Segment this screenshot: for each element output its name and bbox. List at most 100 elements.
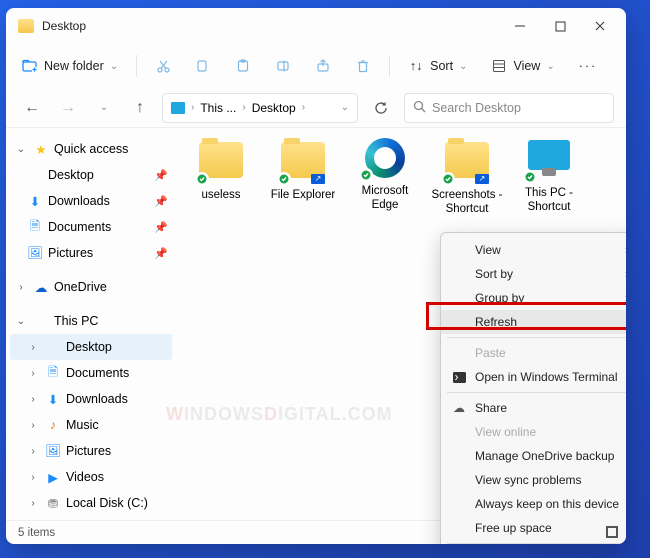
sidebar-item-desktop[interactable]: Desktop📌 xyxy=(10,162,172,188)
file-explorer-window: Desktop New folder ⌄ ↑↓Sort⌄ View⌄ ··· ←… xyxy=(6,8,626,544)
cut-icon xyxy=(155,58,171,74)
file-label: useless xyxy=(184,188,258,202)
sidebar: ⌄★Quick access Desktop📌 ⬇Downloads📌 🗎Doc… xyxy=(6,128,176,520)
minimize-button[interactable] xyxy=(500,10,540,42)
new-button[interactable]: New folder ⌄ xyxy=(12,52,128,80)
monitor-icon xyxy=(32,316,50,327)
video-icon: ▶ xyxy=(44,470,62,485)
chevron-down-icon: ⌄ xyxy=(459,61,467,72)
menu-groupby[interactable]: Group by› xyxy=(441,286,626,310)
sidebar-quick-access[interactable]: ⌄★Quick access xyxy=(10,136,172,162)
file-item[interactable]: Screenshots - Shortcut xyxy=(430,138,504,217)
file-item[interactable]: File Explorer xyxy=(266,138,340,202)
menu-sync-problems[interactable]: View sync problems xyxy=(441,468,626,492)
pin-icon: 📌 xyxy=(154,221,168,234)
breadcrumb-root: This ... xyxy=(200,101,236,115)
sidebar-item-pictures[interactable]: 🖼Pictures📌 xyxy=(10,240,172,266)
sidebar-pc-downloads[interactable]: ›⬇Downloads xyxy=(10,386,172,412)
sidebar-pc-localdisk[interactable]: ›⛃Local Disk (C:) xyxy=(10,490,172,516)
search-box[interactable]: Search Desktop xyxy=(404,93,614,123)
paste-button[interactable] xyxy=(225,52,261,80)
nav-bar: ← → ⌄ ↑ › This ... › Desktop › ⌄ Search … xyxy=(6,88,626,128)
new-folder-icon xyxy=(22,58,38,74)
paste-icon xyxy=(235,58,251,74)
view-icon xyxy=(491,58,507,74)
status-count: 5 items xyxy=(18,527,55,539)
download-icon: ⬇ xyxy=(26,194,44,209)
sidebar-pc-documents[interactable]: ›🗎Documents xyxy=(10,360,172,386)
view-button[interactable]: View⌄ xyxy=(481,52,564,80)
up-level-button[interactable]: ↑ xyxy=(126,94,154,122)
window-title: Desktop xyxy=(42,19,500,33)
menu-manage-backup[interactable]: Manage OneDrive backup xyxy=(441,444,626,468)
copy-button[interactable] xyxy=(185,52,221,80)
menu-refresh[interactable]: Refresh xyxy=(441,310,626,334)
pin-icon: 📌 xyxy=(154,195,168,208)
shortcut-overlay-icon xyxy=(311,174,325,184)
file-item[interactable]: Microsoft Edge xyxy=(348,138,422,213)
sync-badge-icon xyxy=(359,168,373,182)
breadcrumb-current: Desktop xyxy=(252,101,296,115)
sync-badge-icon xyxy=(195,172,209,186)
copy-icon xyxy=(195,58,211,74)
sidebar-item-documents[interactable]: 🗎Documents📌 xyxy=(10,214,172,240)
sidebar-pc-desktop[interactable]: ›Desktop xyxy=(10,334,172,360)
pin-icon: 📌 xyxy=(154,169,168,182)
details-toggle-icon[interactable] xyxy=(606,526,618,538)
monitor-icon xyxy=(528,140,570,170)
sidebar-item-downloads[interactable]: ⬇Downloads📌 xyxy=(10,188,172,214)
sync-badge-icon xyxy=(277,172,291,186)
sidebar-pc-videos[interactable]: ›▶Videos xyxy=(10,464,172,490)
context-menu: View› Sort by› Group by› Refresh Paste O… xyxy=(440,232,626,544)
delete-button[interactable] xyxy=(345,52,381,80)
menu-share[interactable]: ☁Share xyxy=(441,396,626,420)
rename-icon xyxy=(275,58,291,74)
chevron-right-icon: › xyxy=(625,243,626,257)
sidebar-this-pc[interactable]: ⌄This PC xyxy=(10,308,172,334)
file-item[interactable]: useless xyxy=(184,138,258,202)
disk-icon: ⛃ xyxy=(44,496,62,511)
monitor-icon xyxy=(171,102,185,114)
new-label: New folder xyxy=(44,59,104,73)
back-button[interactable]: ← xyxy=(18,94,46,122)
menu-view[interactable]: View› xyxy=(441,238,626,262)
sync-badge-icon xyxy=(441,172,455,186)
monitor-icon xyxy=(26,170,44,181)
watermark: WINDOWSDIGITAL.COM xyxy=(166,404,393,425)
pin-icon: 📌 xyxy=(154,247,168,260)
terminal-icon xyxy=(451,372,467,383)
breadcrumb[interactable]: › This ... › Desktop › ⌄ xyxy=(162,93,358,123)
menu-sortby[interactable]: Sort by› xyxy=(441,262,626,286)
menu-free-up[interactable]: Free up space xyxy=(441,516,626,540)
up-button[interactable]: ⌄ xyxy=(90,94,118,122)
file-label: Microsoft Edge xyxy=(348,184,422,213)
menu-always-keep[interactable]: Always keep on this device xyxy=(441,492,626,516)
more-button[interactable]: ··· xyxy=(569,53,608,79)
maximize-button[interactable] xyxy=(540,10,580,42)
file-label: This PC - Shortcut xyxy=(512,186,586,215)
star-icon: ★ xyxy=(32,142,50,157)
monitor-icon xyxy=(44,342,62,353)
sidebar-pc-music[interactable]: ›♪Music xyxy=(10,412,172,438)
chevron-down-icon: ⌄ xyxy=(110,61,118,72)
sidebar-onedrive[interactable]: ›☁OneDrive xyxy=(10,274,172,300)
trash-icon xyxy=(355,58,371,74)
file-item[interactable]: This PC - Shortcut xyxy=(512,138,586,215)
file-label: Screenshots - Shortcut xyxy=(430,188,504,217)
sort-button[interactable]: ↑↓Sort⌄ xyxy=(398,52,477,80)
document-icon: 🗎 xyxy=(44,363,62,384)
menu-terminal[interactable]: Open in Windows Terminal xyxy=(441,365,626,389)
close-button[interactable] xyxy=(580,10,620,42)
refresh-button[interactable] xyxy=(366,101,396,115)
picture-icon: 🖼 xyxy=(26,246,44,261)
file-label: File Explorer xyxy=(266,188,340,202)
rename-button[interactable] xyxy=(265,52,301,80)
chevron-down-icon: ⌄ xyxy=(546,61,554,72)
cut-button[interactable] xyxy=(145,52,181,80)
forward-button[interactable]: → xyxy=(54,94,82,122)
sync-badge-icon xyxy=(523,170,537,184)
menu-paste: Paste xyxy=(441,341,626,365)
sidebar-pc-pictures[interactable]: ›🖼Pictures xyxy=(10,438,172,464)
chevron-right-icon: › xyxy=(625,267,626,281)
share-button[interactable] xyxy=(305,52,341,80)
